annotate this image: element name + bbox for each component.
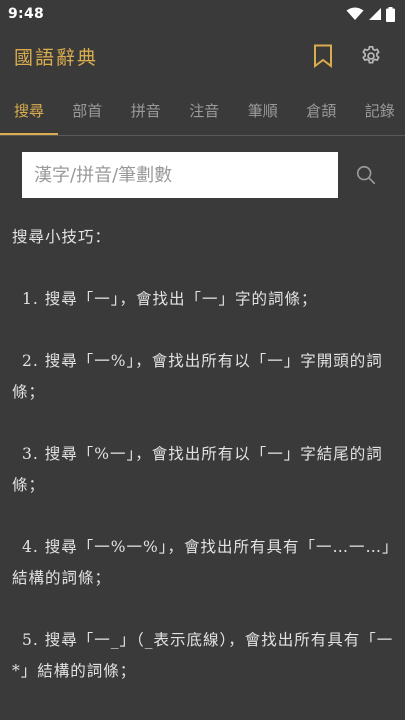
tip-number: 5. — [22, 631, 39, 649]
search-button[interactable] — [346, 155, 386, 195]
battery-icon — [386, 6, 395, 22]
search-tips: 搜尋小技巧： 1. 搜尋「一」，會找出「一」字的詞條； 2. 搜尋「一%」，會找… — [12, 222, 397, 718]
tab-pinyin[interactable]: 拼音 — [117, 90, 176, 135]
status-time: 9:48 — [8, 6, 45, 22]
search-icon — [356, 165, 376, 185]
tip-text: 搜尋「%一」，會找出所有以「一」字結尾的詞條； — [12, 445, 383, 494]
settings-button[interactable] — [351, 36, 391, 76]
tab-cangjie[interactable]: 倉頡 — [292, 90, 351, 135]
tip-item: 3. 搜尋「%一」，會找出所有以「一」字結尾的詞條； — [12, 439, 397, 501]
app-title: 國語辭典 — [14, 46, 99, 69]
tab-radical[interactable]: 部首 — [58, 90, 117, 135]
wifi-icon — [346, 7, 364, 20]
status-bar: 9:48 — [0, 0, 405, 28]
tip-item: 5. 搜尋「一_」（_表示底線），會找出所有具有「一*」結構的詞條； — [12, 625, 397, 687]
tip-text: 搜尋「一%一%」，會找出所有具有「一…一…」結構的詞條； — [12, 538, 391, 587]
tip-text: 搜尋「一_」（_表示底線），會找出所有具有「一*」結構的詞條； — [12, 631, 394, 680]
tab-history[interactable]: 記錄 — [351, 90, 405, 135]
tab-stroke-order[interactable]: 筆順 — [234, 90, 293, 135]
signal-icon — [369, 8, 381, 20]
tab-search[interactable]: 搜尋 — [0, 90, 58, 135]
tip-number: 1. — [22, 290, 39, 308]
tip-text: 搜尋「一%」，會找出所有以「一」字開頭的詞條； — [12, 352, 383, 401]
search-input[interactable] — [22, 152, 338, 198]
tip-number: 3. — [22, 445, 39, 463]
tips-heading: 搜尋小技巧： — [12, 228, 112, 246]
tip-item: 2. 搜尋「一%」，會找出所有以「一」字開頭的詞條； — [12, 346, 397, 408]
tab-zhuyin[interactable]: 注音 — [175, 90, 234, 135]
status-icons — [346, 6, 395, 22]
tab-bar: 搜尋 部首 拼音 注音 筆順 倉頡 記錄 — [0, 90, 405, 136]
bookmark-icon — [314, 44, 332, 68]
tip-item: 4. 搜尋「一%一%」，會找出所有具有「一…一…」結構的詞條； — [12, 532, 397, 594]
search-row — [0, 152, 405, 200]
tip-number: 4. — [22, 538, 39, 556]
tip-item: 1. 搜尋「一」，會找出「一」字的詞條； — [12, 284, 397, 315]
bookmark-button[interactable] — [303, 36, 343, 76]
tip-text: 搜尋「一」，會找出「一」字的詞條； — [44, 290, 318, 308]
gear-icon — [362, 46, 380, 64]
app-bar: 國語辭典 — [0, 28, 405, 84]
tip-number: 2. — [22, 352, 39, 370]
